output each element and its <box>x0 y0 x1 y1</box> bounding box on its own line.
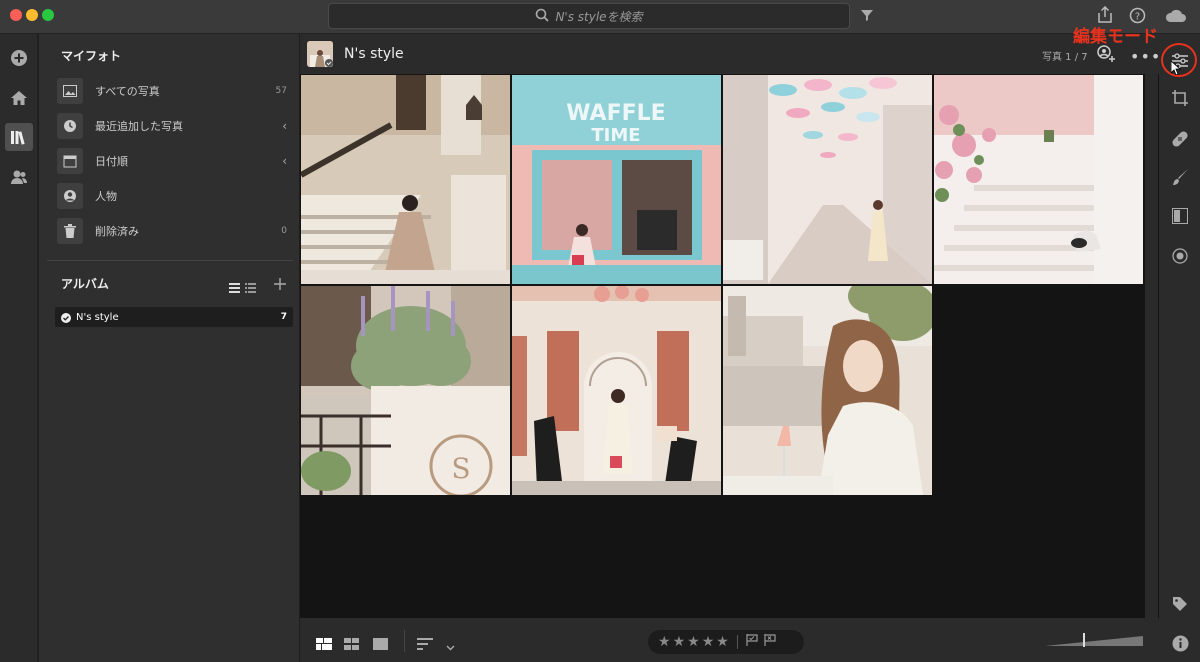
sidebar-item-label: すべての写真 <box>95 85 160 98</box>
svg-text:S: S <box>451 452 470 485</box>
rating-divider <box>736 635 738 649</box>
crop-rotate-icon[interactable] <box>1168 86 1192 110</box>
sidebar-item-recently-added[interactable]: 最近追加した写真 ‹ <box>57 111 293 141</box>
album-count: 7 <box>280 312 287 322</box>
svg-text:?: ? <box>1135 12 1140 23</box>
sort-icon[interactable] <box>417 635 433 654</box>
sidebar-item-all-photos[interactable]: すべての写真 57 <box>57 76 293 106</box>
check-circle-icon <box>61 308 71 327</box>
reject-flag-icon[interactable] <box>764 634 776 650</box>
detail-list-view-icon[interactable] <box>245 278 256 297</box>
radial-gradient-icon[interactable] <box>1168 244 1192 268</box>
cloud-icon[interactable] <box>1165 8 1187 27</box>
sidebar-item-count: 0 <box>281 226 287 236</box>
left-nav-rail <box>0 34 38 662</box>
more-options-icon[interactable]: ••• <box>1130 47 1161 66</box>
photo-thumbnail[interactable] <box>934 75 1143 284</box>
library-icon[interactable] <box>5 123 33 151</box>
zoom-window-button[interactable] <box>42 9 54 21</box>
photo-thumbnail[interactable] <box>512 286 721 495</box>
minimize-window-button[interactable] <box>26 9 38 21</box>
my-photos-title: マイフォト <box>61 49 122 63</box>
svg-text:WAFFLE: WAFFLE <box>566 101 665 126</box>
album-cover-thumbnail <box>307 41 333 67</box>
healing-brush-icon[interactable] <box>1168 127 1192 151</box>
star-icon[interactable]: ★ <box>673 634 686 650</box>
chevron-left-icon[interactable]: ‹ <box>282 119 287 133</box>
pick-flag-icon[interactable] <box>746 634 758 650</box>
photo-thumbnail[interactable] <box>301 75 510 284</box>
person-icon <box>57 183 83 209</box>
sidebar-item-count: 57 <box>275 86 287 96</box>
home-icon[interactable] <box>5 84 33 112</box>
sidebar-item-deleted[interactable]: 削除済み 0 <box>57 216 293 246</box>
star-icon[interactable]: ★ <box>716 634 729 650</box>
sidebar-item-label: 削除済み <box>95 225 139 238</box>
search-input[interactable]: N's styleを検索 <box>328 3 850 29</box>
brush-icon[interactable] <box>1168 165 1192 189</box>
chevron-down-icon[interactable] <box>446 636 455 655</box>
square-grid-view-icon[interactable] <box>316 635 332 654</box>
bottom-toolbar: ★ ★ ★ ★ ★ <box>300 618 1159 662</box>
list-view-icon[interactable] <box>229 278 240 297</box>
sidebar-item-people[interactable]: 人物 <box>57 181 293 211</box>
svg-text:TIME: TIME <box>591 125 640 146</box>
detail-view-icon[interactable] <box>373 635 388 654</box>
thumbnail-size-slider[interactable] <box>1045 630 1145 654</box>
album-item-ns-style[interactable]: N's style 7 <box>55 307 293 327</box>
filter-icon[interactable] <box>860 7 874 26</box>
mouse-cursor-icon <box>1170 60 1182 79</box>
photo-thumbnail[interactable] <box>723 75 932 284</box>
star-icon[interactable]: ★ <box>702 634 715 650</box>
image-icon <box>57 78 83 104</box>
chevron-left-icon[interactable]: ‹ <box>282 154 287 168</box>
sidebar-divider <box>47 260 293 261</box>
close-window-button[interactable] <box>10 9 22 21</box>
photo-count: 写真 1 / 7 <box>1042 52 1088 63</box>
add-album-button[interactable] <box>274 275 286 294</box>
calendar-icon <box>57 148 83 174</box>
star-icon[interactable]: ★ <box>687 634 700 650</box>
sidebar-panel: マイフォト すべての写真 57 最近追加した写真 ‹ 日付順 ‹ 人物 削除済み… <box>39 34 299 662</box>
sidebar-item-by-date[interactable]: 日付順 ‹ <box>57 146 293 176</box>
clock-icon <box>57 113 83 139</box>
photo-thumbnail[interactable]: WAFFLE TIME <box>512 75 721 284</box>
linear-gradient-icon[interactable] <box>1168 204 1192 228</box>
search-placeholder: N's styleを検索 <box>555 9 643 24</box>
star-icon[interactable]: ★ <box>658 634 671 650</box>
sidebar-item-label: 人物 <box>95 190 117 203</box>
info-icon[interactable] <box>1168 631 1192 655</box>
photo-thumbnail[interactable] <box>723 286 932 495</box>
main-content: N's style 写真 1 / 7 ••• WAFFLE TIME S <box>300 34 1161 662</box>
album-header: N's style 写真 1 / 7 ••• <box>300 34 1161 74</box>
tag-icon[interactable] <box>1168 592 1192 616</box>
shared-people-icon[interactable] <box>5 163 33 191</box>
grid-view-icon[interactable] <box>344 635 359 654</box>
right-edit-rail <box>1159 34 1200 662</box>
sidebar-item-label: 最近追加した写真 <box>95 120 183 133</box>
albums-title: アルバム <box>61 277 109 291</box>
add-photos-button[interactable] <box>5 44 33 72</box>
album-title: N's style <box>344 46 404 62</box>
rating-flag-filter: ★ ★ ★ ★ ★ <box>648 630 804 654</box>
search-icon <box>535 8 555 25</box>
scrollbar[interactable] <box>1145 74 1158 618</box>
share-people-icon[interactable] <box>1096 45 1116 67</box>
album-label: N's style <box>76 311 119 323</box>
title-bar: N's styleを検索 ? <box>0 0 1200 34</box>
photo-thumbnail[interactable]: S <box>301 286 510 495</box>
toolbar-divider <box>404 630 405 652</box>
sidebar-item-label: 日付順 <box>95 155 128 168</box>
edit-mode-annotation: 編集モード <box>1073 27 1158 47</box>
trash-icon <box>57 218 83 244</box>
